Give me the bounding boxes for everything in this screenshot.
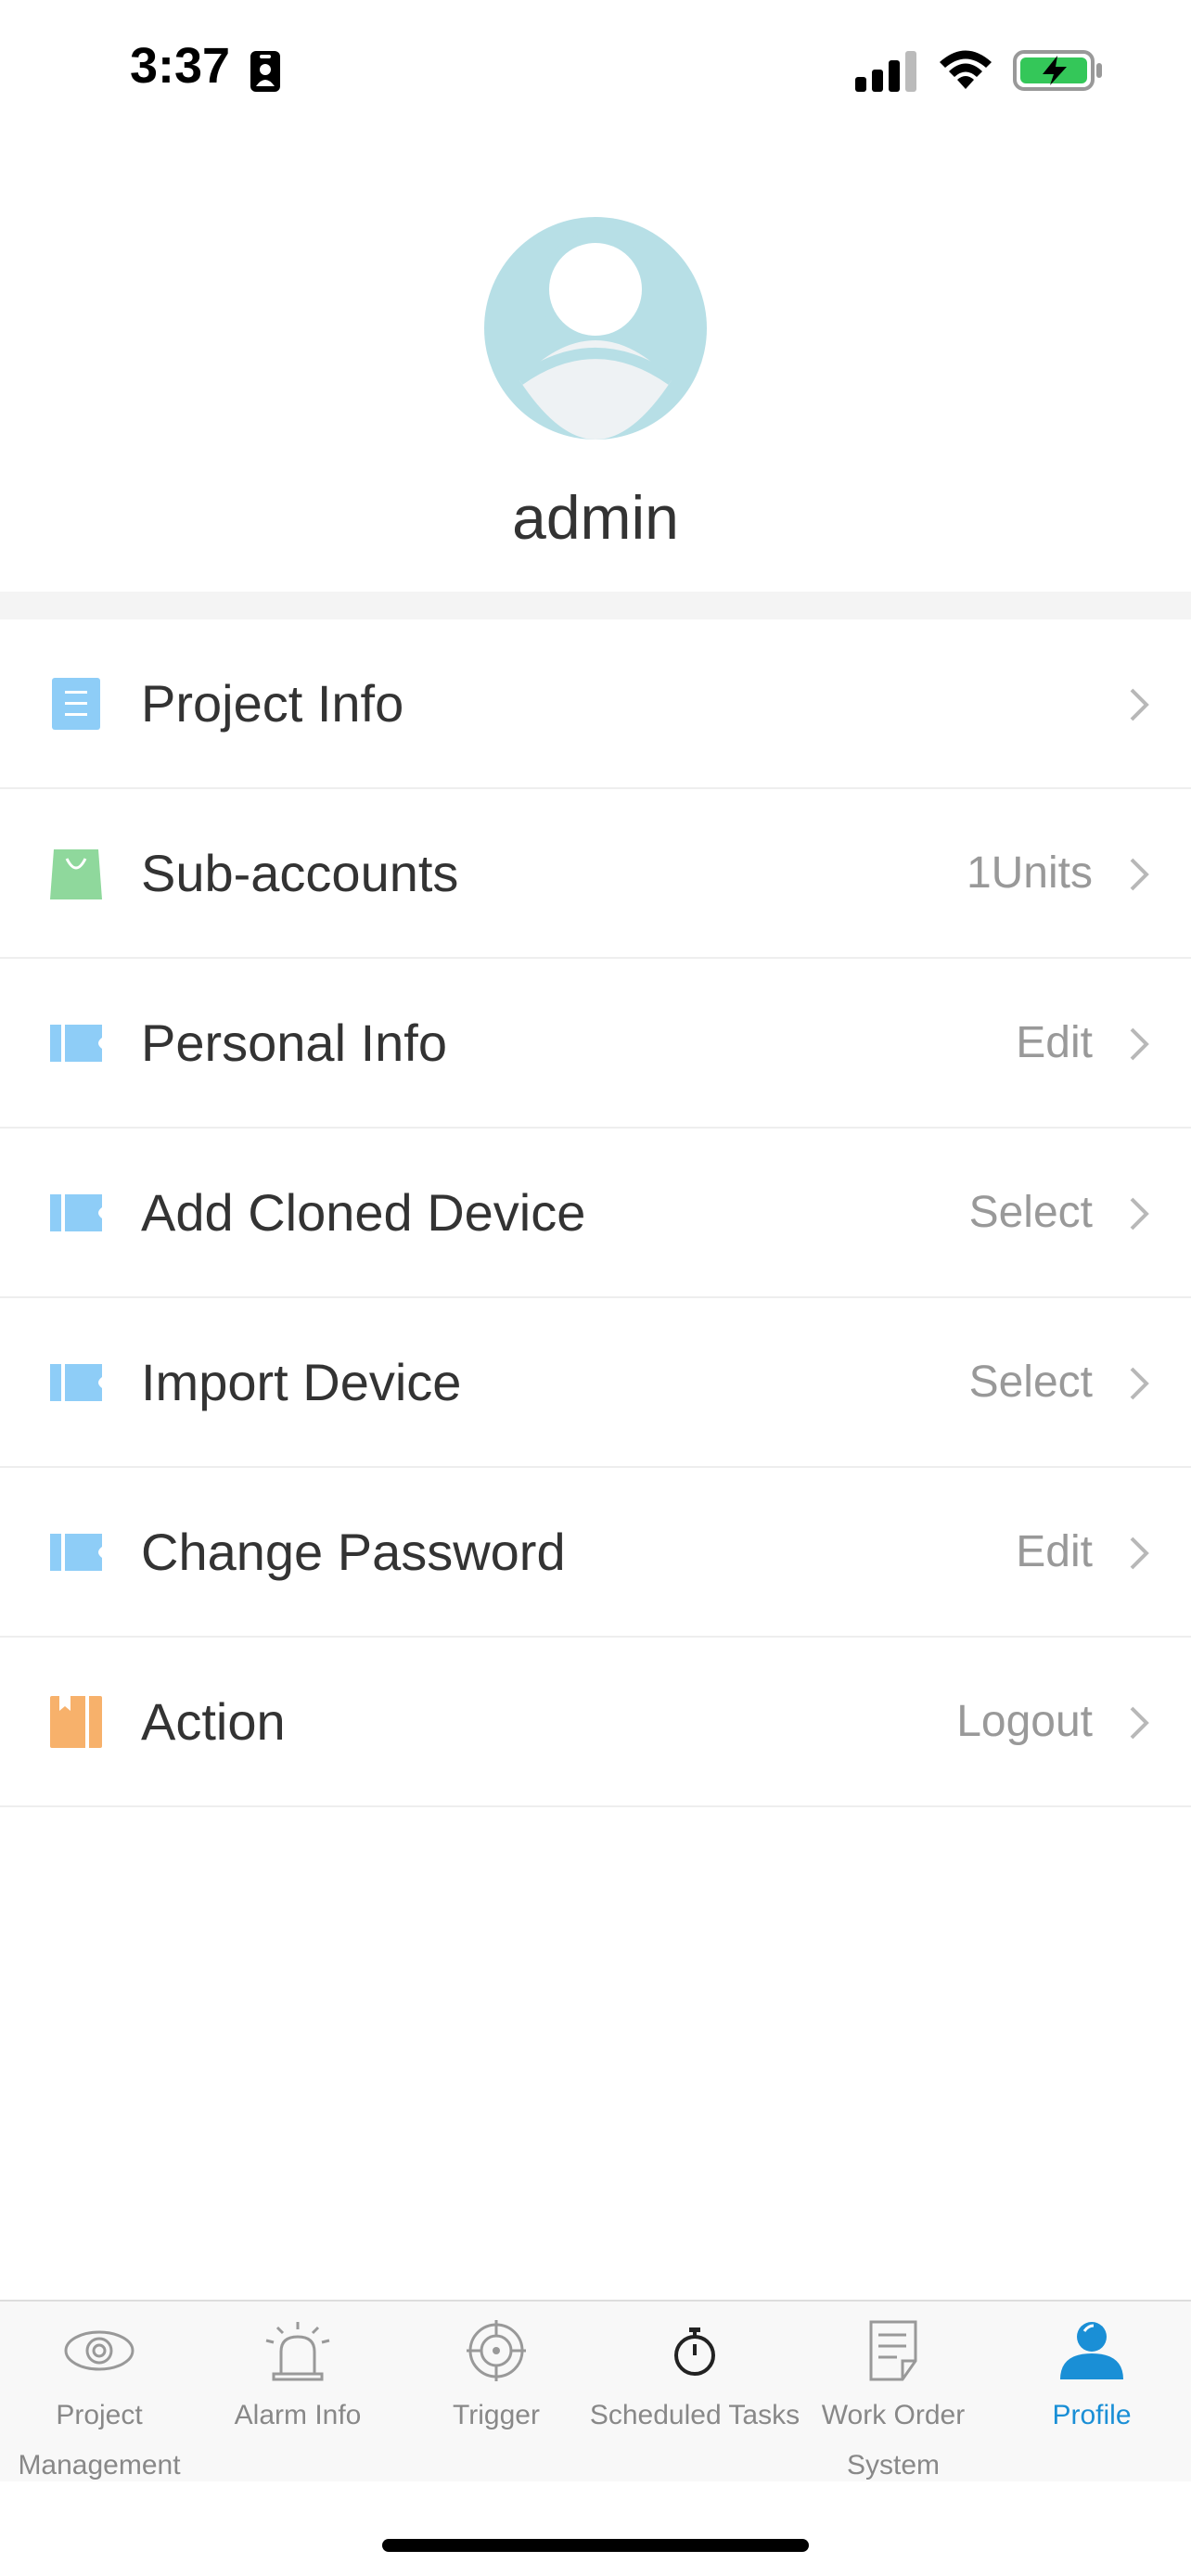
tab-scheduled-tasks[interactable]: Scheduled Tasks: [590, 2302, 800, 2483]
menu-item-sub-accounts[interactable]: Sub-accounts 1Units: [0, 789, 1191, 959]
chevron-right-icon: [1130, 1027, 1149, 1061]
menu-item-label: Change Password: [141, 1523, 566, 1581]
menu-item-change-password[interactable]: Change Password Edit: [0, 1468, 1191, 1638]
stopwatch-icon: [674, 2327, 715, 2376]
menu-item-personal-info[interactable]: Personal Info Edit: [0, 959, 1191, 1129]
menu-item-value: Select: [968, 1188, 1093, 1237]
menu-item-label: Project Info: [141, 674, 404, 733]
menu-item-label: Action: [141, 1692, 286, 1751]
ticket-icon: [50, 1364, 102, 1401]
edit-document-icon: [869, 2320, 917, 2381]
menu-item-add-cloned-device[interactable]: Add Cloned Device Select: [0, 1129, 1191, 1298]
ticket-icon: [50, 1194, 102, 1231]
chevron-right-icon: [1130, 858, 1149, 891]
menu-item-value: Logout: [956, 1697, 1093, 1746]
status-bar: 3:37: [0, 0, 1191, 139]
chevron-right-icon: [1130, 1197, 1149, 1231]
username: admin: [512, 483, 679, 552]
home-indicator[interactable]: [382, 2539, 809, 2552]
menu-item-action-logout[interactable]: Action Logout: [0, 1638, 1191, 1807]
alarm-siren-icon: [265, 2322, 330, 2381]
shopping-bag-icon: [50, 849, 102, 899]
tab-label: Profile: [1052, 2400, 1132, 2430]
ticket-icon: [50, 1025, 102, 1062]
signal-icon: [855, 51, 916, 92]
menu-item-label: Personal Info: [141, 1014, 447, 1072]
user-avatar-icon[interactable]: [484, 217, 707, 440]
menu-item-value: Select: [968, 1358, 1093, 1407]
chevron-right-icon: [1130, 1706, 1149, 1740]
wifi-icon: [940, 50, 992, 89]
person-icon: [1060, 2322, 1123, 2379]
menu-item-value: Edit: [1016, 1527, 1093, 1576]
battery-charging-icon: [1013, 50, 1102, 91]
status-time: 3:37: [130, 38, 231, 94]
menu-item-label: Sub-accounts: [141, 844, 459, 902]
tab-work-order-system[interactable]: Work Order System: [794, 2302, 992, 2483]
eye-icon: [64, 2330, 134, 2371]
tab-alarm-info[interactable]: Alarm Info: [198, 2302, 397, 2483]
document-icon: [52, 678, 100, 730]
menu-item-label: Add Cloned Device: [141, 1183, 586, 1242]
bookmark-book-icon: [50, 1696, 102, 1748]
chevron-right-icon: [1130, 1367, 1149, 1400]
section-divider: [0, 592, 1191, 619]
chevron-right-icon: [1130, 688, 1149, 721]
contact-badge-icon: [250, 51, 280, 92]
menu-item-project-info[interactable]: Project Info: [0, 619, 1191, 789]
tab-trigger[interactable]: Trigger: [397, 2302, 596, 2483]
menu-item-import-device[interactable]: Import Device Select: [0, 1298, 1191, 1468]
menu-item-value: Edit: [1016, 1018, 1093, 1067]
tab-bar: Project Management Alarm Info Trigger Sc…: [0, 2300, 1191, 2481]
target-icon: [467, 2320, 526, 2381]
menu-item-value: 1Units: [966, 848, 1093, 898]
menu-item-label: Import Device: [141, 1353, 462, 1411]
chevron-right-icon: [1130, 1537, 1149, 1570]
tab-project-management[interactable]: Project Management: [0, 2302, 198, 2483]
tab-profile[interactable]: Profile: [992, 2302, 1191, 2483]
profile-menu: Project Info Sub-accounts 1Units Persona…: [0, 619, 1191, 1807]
ticket-icon: [50, 1534, 102, 1571]
